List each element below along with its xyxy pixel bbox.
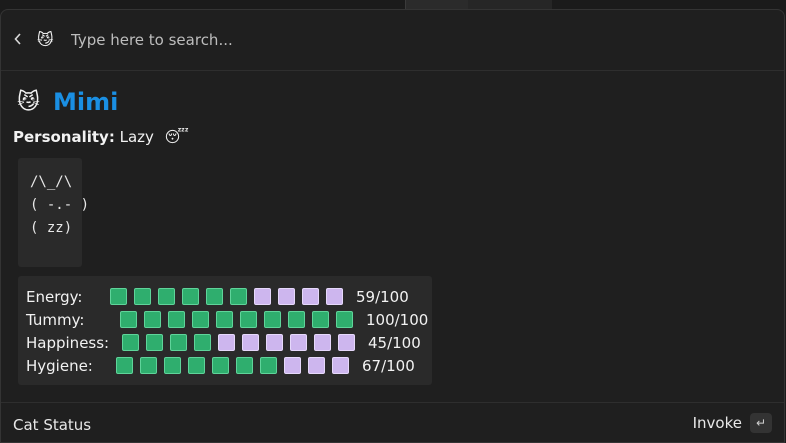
- stat-value: 45/100: [368, 333, 421, 352]
- meter-cell-empty: [266, 334, 283, 351]
- search-input[interactable]: [71, 27, 671, 53]
- meter-cell-filled: [336, 311, 353, 328]
- meter-cell-empty: [338, 334, 355, 351]
- meter-cell-filled: [110, 288, 127, 305]
- meter-cell-empty: [284, 357, 301, 374]
- meter-cell-filled: [206, 288, 223, 305]
- meter-cell-filled: [236, 357, 253, 374]
- cat-name: Mimi: [53, 88, 119, 116]
- stat-value: 100/100: [366, 310, 429, 329]
- stat-label: Tummy:: [26, 310, 85, 329]
- details-pane: 😼 Mimi Personality: Lazy 😴 /\_/\ ( -.- )…: [13, 84, 773, 385]
- command-palette: 😼 😼 Mimi Personality: Lazy 😴 /\_/\ ( -.-…: [0, 9, 785, 443]
- stat-value: 59/100: [356, 287, 409, 306]
- stat-meter: [120, 311, 360, 328]
- meter-cell-empty: [302, 288, 319, 305]
- meter-cell-empty: [242, 334, 259, 351]
- footer-title: Cat Status: [13, 416, 92, 434]
- personality-value: Lazy: [119, 128, 154, 146]
- invoke-button[interactable]: Invoke ↵: [693, 413, 772, 433]
- stats-panel: Energy: 59/100 Tummy: 100/100 Happiness: 45/1…: [18, 276, 432, 385]
- meter-cell-filled: [120, 311, 137, 328]
- invoke-label: Invoke: [692, 414, 742, 432]
- enter-key-icon: ↵: [750, 413, 772, 433]
- meter-cell-filled: [170, 334, 187, 351]
- meter-cell-empty: [326, 288, 343, 305]
- meter-cell-filled: [212, 357, 229, 374]
- meter-cell-empty: [254, 288, 271, 305]
- stat-row: Tummy: 100/100: [26, 308, 432, 331]
- stat-label: Happiness:: [26, 333, 110, 352]
- meter-cell-empty: [218, 334, 235, 351]
- meter-cell-filled: [140, 357, 157, 374]
- meter-cell-empty: [332, 357, 349, 374]
- meter-cell-filled: [158, 288, 175, 305]
- meter-cell-filled: [240, 311, 257, 328]
- meter-cell-filled: [164, 357, 181, 374]
- meter-cell-filled: [288, 311, 305, 328]
- personality-label: Personality:: [13, 128, 115, 146]
- meter-cell-filled: [216, 311, 233, 328]
- search-bar: 😼: [1, 10, 784, 71]
- personality-line: Personality: Lazy 😴: [13, 126, 773, 148]
- meter-cell-empty: [308, 357, 325, 374]
- meter-cell-filled: [312, 311, 329, 328]
- stat-meter: [116, 357, 356, 374]
- stat-label: Energy:: [26, 287, 83, 306]
- meter-cell-filled: [146, 334, 163, 351]
- stat-value: 67/100: [362, 356, 415, 375]
- stat-row: Energy: 59/100: [26, 285, 432, 308]
- meter-cell-filled: [264, 311, 281, 328]
- cat-ascii-art: /\_/\ ( -.- ) ( zz): [18, 158, 89, 267]
- meter-cell-filled: [230, 288, 247, 305]
- meter-cell-filled: [116, 357, 133, 374]
- meter-cell-empty: [314, 334, 331, 351]
- stat-meter: [110, 288, 350, 305]
- footer-bar: Cat Status Invoke ↵: [1, 402, 784, 442]
- meter-cell-filled: [144, 311, 161, 328]
- meter-cell-filled: [260, 357, 277, 374]
- back-button[interactable]: [7, 28, 29, 50]
- meter-cell-filled: [134, 288, 151, 305]
- stat-label: Hygiene:: [26, 356, 93, 375]
- cat-header: 😼 Mimi: [17, 84, 773, 120]
- chevron-left-icon: [14, 33, 21, 45]
- meter-cell-filled: [188, 357, 205, 374]
- cat-face-icon: 😼: [17, 89, 40, 115]
- stat-row: Hygiene: 67/100: [26, 354, 432, 377]
- sleeping-face-icon: 😴: [164, 128, 189, 146]
- meter-cell-empty: [278, 288, 295, 305]
- stat-row: Happiness: 45/100: [26, 331, 432, 354]
- meter-cell-filled: [182, 288, 199, 305]
- meter-cell-filled: [168, 311, 185, 328]
- stat-meter: [122, 334, 362, 351]
- meter-cell-filled: [194, 334, 211, 351]
- meter-cell-empty: [290, 334, 307, 351]
- meter-cell-filled: [122, 334, 139, 351]
- cat-extension-icon: 😼: [37, 30, 54, 49]
- meter-cell-filled: [192, 311, 209, 328]
